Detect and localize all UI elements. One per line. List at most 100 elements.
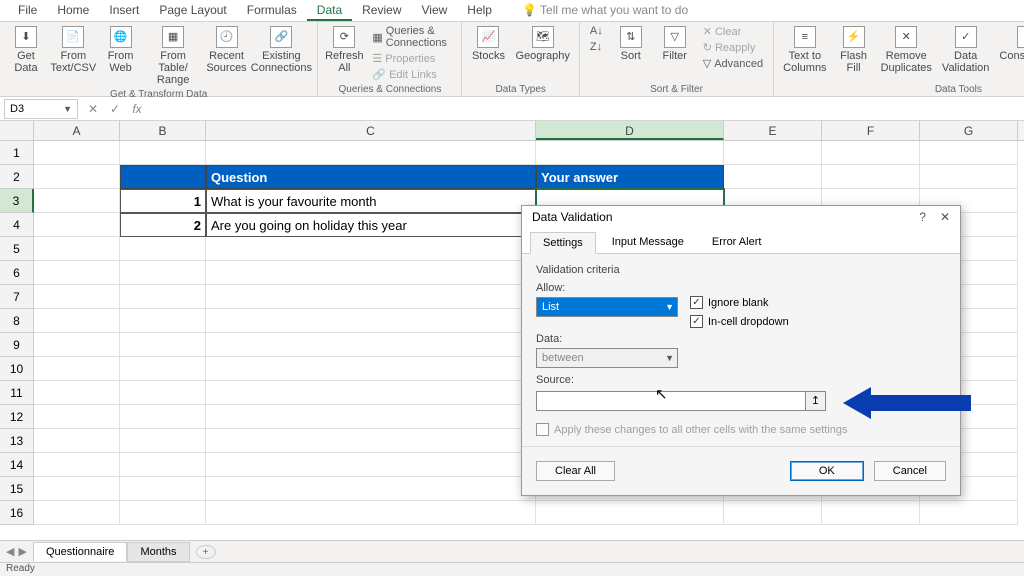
- cell-C9[interactable]: [206, 333, 536, 357]
- cell-A11[interactable]: [34, 381, 120, 405]
- cell-C4[interactable]: Are you going on holiday this year: [206, 213, 536, 237]
- edit-links-button[interactable]: 🔗 Edit Links: [368, 67, 455, 82]
- row-header-5[interactable]: 5: [0, 237, 34, 261]
- stocks-button[interactable]: 📈Stocks: [468, 24, 508, 64]
- name-box[interactable]: D3▼: [4, 99, 78, 119]
- cell-A7[interactable]: [34, 285, 120, 309]
- col-header-e[interactable]: E: [724, 121, 822, 140]
- cell-E2[interactable]: [724, 165, 822, 189]
- get-data-button[interactable]: ⬇Get Data: [6, 24, 46, 76]
- cell-A1[interactable]: [34, 141, 120, 165]
- cell-B10[interactable]: [120, 357, 206, 381]
- in-cell-dropdown-checkbox[interactable]: ✓In-cell dropdown: [690, 315, 789, 328]
- apply-same-settings-checkbox[interactable]: Apply these changes to all other cells w…: [536, 423, 946, 436]
- col-header-a[interactable]: A: [34, 121, 120, 140]
- row-header-16[interactable]: 16: [0, 501, 34, 525]
- cell-C16[interactable]: [206, 501, 536, 525]
- cell-F16[interactable]: [822, 501, 920, 525]
- cell-C7[interactable]: [206, 285, 536, 309]
- sort-az-button[interactable]: A↓: [586, 24, 607, 38]
- cell-D1[interactable]: [536, 141, 724, 165]
- cell-B9[interactable]: [120, 333, 206, 357]
- advanced-filter-button[interactable]: ▽ Advanced: [699, 56, 767, 71]
- existing-connections-button[interactable]: 🔗Existing Connections: [251, 24, 311, 76]
- source-range-picker-icon[interactable]: ↥: [806, 391, 826, 411]
- cell-B5[interactable]: [120, 237, 206, 261]
- ignore-blank-checkbox[interactable]: ✓Ignore blank: [690, 296, 789, 309]
- cell-E16[interactable]: [724, 501, 822, 525]
- sort-za-button[interactable]: Z↓: [586, 40, 607, 54]
- cell-C6[interactable]: [206, 261, 536, 285]
- queries-connections-button[interactable]: ▦ Queries & Connections: [368, 24, 455, 50]
- cell-D16[interactable]: [536, 501, 724, 525]
- cell-E1[interactable]: [724, 141, 822, 165]
- sheet-nav-prev-icon[interactable]: ◀: [6, 545, 14, 558]
- cell-B14[interactable]: [120, 453, 206, 477]
- cell-A5[interactable]: [34, 237, 120, 261]
- cell-C3[interactable]: What is your favourite month: [206, 189, 536, 213]
- cell-C10[interactable]: [206, 357, 536, 381]
- cancel-formula-icon[interactable]: ✕: [82, 102, 104, 116]
- cell-B2[interactable]: [120, 165, 206, 189]
- cell-C5[interactable]: [206, 237, 536, 261]
- select-all-corner[interactable]: [0, 121, 34, 140]
- col-header-g[interactable]: G: [920, 121, 1018, 140]
- sheet-nav-next-icon[interactable]: ▶: [18, 545, 26, 558]
- cell-B8[interactable]: [120, 309, 206, 333]
- cell-A10[interactable]: [34, 357, 120, 381]
- sort-button[interactable]: ⇅Sort: [611, 24, 651, 64]
- dialog-help-icon[interactable]: ?: [919, 210, 926, 224]
- cell-C11[interactable]: [206, 381, 536, 405]
- row-header-13[interactable]: 13: [0, 429, 34, 453]
- sheet-tab-months[interactable]: Months: [127, 542, 189, 562]
- tell-me[interactable]: 💡 Tell me what you want to do: [512, 0, 698, 21]
- reapply-button[interactable]: ↻ Reapply: [699, 40, 767, 55]
- allow-dropdown[interactable]: List▼: [536, 297, 678, 317]
- cell-A3[interactable]: [34, 189, 120, 213]
- data-validation-button[interactable]: ✓Data Validation: [939, 24, 993, 76]
- dialog-close-icon[interactable]: ✕: [940, 210, 950, 224]
- consolidate-button[interactable]: ▣Consolidate: [996, 24, 1024, 64]
- cell-C2[interactable]: Question: [206, 165, 536, 189]
- cell-A2[interactable]: [34, 165, 120, 189]
- cell-B13[interactable]: [120, 429, 206, 453]
- cell-G2[interactable]: [920, 165, 1018, 189]
- cell-A13[interactable]: [34, 429, 120, 453]
- row-header-14[interactable]: 14: [0, 453, 34, 477]
- tab-formulas[interactable]: Formulas: [237, 0, 307, 21]
- tab-home[interactable]: Home: [47, 0, 99, 21]
- cell-B6[interactable]: [120, 261, 206, 285]
- enter-formula-icon[interactable]: ✓: [104, 102, 126, 116]
- tab-file[interactable]: File: [8, 0, 47, 21]
- cell-B11[interactable]: [120, 381, 206, 405]
- cell-B4[interactable]: 2: [120, 213, 206, 237]
- dialog-tab-error-alert[interactable]: Error Alert: [700, 232, 774, 254]
- geography-button[interactable]: 🗺Geography: [512, 24, 572, 64]
- row-header-4[interactable]: 4: [0, 213, 34, 237]
- cell-B1[interactable]: [120, 141, 206, 165]
- row-header-3[interactable]: 3: [0, 189, 34, 213]
- row-header-12[interactable]: 12: [0, 405, 34, 429]
- row-header-6[interactable]: 6: [0, 261, 34, 285]
- cell-A9[interactable]: [34, 333, 120, 357]
- col-header-b[interactable]: B: [120, 121, 206, 140]
- col-header-f[interactable]: F: [822, 121, 920, 140]
- tab-review[interactable]: Review: [352, 0, 411, 21]
- recent-sources-button[interactable]: 🕘Recent Sources: [206, 24, 248, 76]
- flash-fill-button[interactable]: ⚡Flash Fill: [834, 24, 874, 76]
- row-header-8[interactable]: 8: [0, 309, 34, 333]
- cell-D2[interactable]: Your answer: [536, 165, 724, 189]
- cell-B7[interactable]: [120, 285, 206, 309]
- col-header-d[interactable]: D: [536, 121, 724, 140]
- cell-A12[interactable]: [34, 405, 120, 429]
- cell-B16[interactable]: [120, 501, 206, 525]
- properties-button[interactable]: ☰ Properties: [368, 51, 455, 66]
- cell-G1[interactable]: [920, 141, 1018, 165]
- ok-button[interactable]: OK: [790, 461, 864, 481]
- tab-data[interactable]: Data: [307, 0, 352, 21]
- cancel-button[interactable]: Cancel: [874, 461, 946, 481]
- cell-A6[interactable]: [34, 261, 120, 285]
- filter-button[interactable]: ▽Filter: [655, 24, 695, 64]
- from-web-button[interactable]: 🌐From Web: [101, 24, 141, 76]
- row-header-11[interactable]: 11: [0, 381, 34, 405]
